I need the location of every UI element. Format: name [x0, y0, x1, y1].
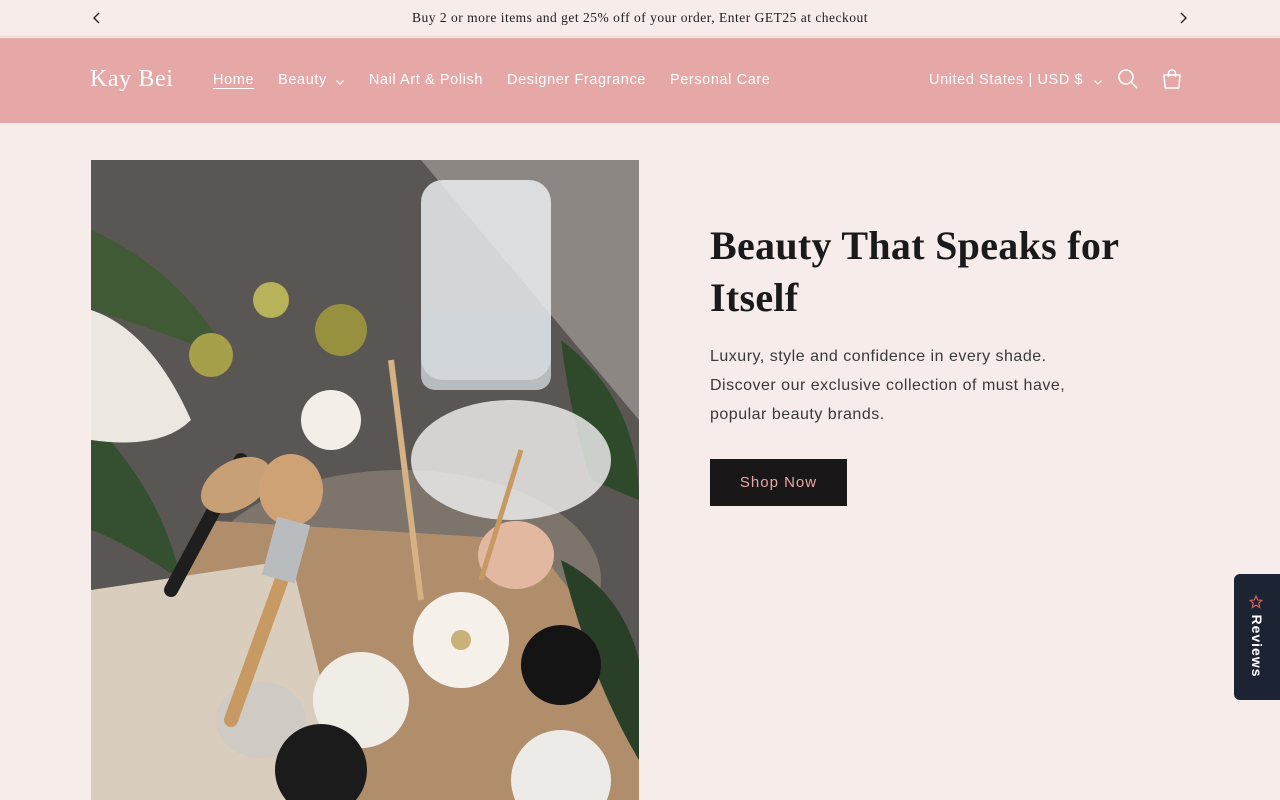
nav-nail-art[interactable]: Nail Art & Polish: [369, 72, 483, 88]
announcement-message: Buy 2 or more items and get 25% off of y…: [411, 10, 869, 25]
nav-personal-care-label: Personal Care: [669, 72, 771, 88]
locale-label: United States | USD $: [929, 72, 1084, 88]
logo[interactable]: Kay Bei: [90, 66, 174, 93]
nav-designer-fragrance[interactable]: Designer Fragrance: [507, 72, 646, 88]
reviews-tab[interactable]: Reviews: [1234, 574, 1280, 700]
nav-nail-art-label: Nail Art & Polish: [368, 72, 484, 88]
cart-icon[interactable]: [1160, 67, 1184, 91]
nav-home[interactable]: Home: [213, 72, 254, 88]
locale-selector[interactable]: United States | USD $: [929, 72, 1103, 88]
site-header: Kay Bei Home Beauty Nail Art & Polish De…: [0, 38, 1280, 123]
reviews-label: Reviews: [1249, 614, 1265, 678]
star-icon: [1248, 594, 1264, 609]
chevron-right-icon[interactable]: [1175, 10, 1191, 26]
main-nav: Home Beauty Nail Art & Polish Designer F…: [213, 72, 794, 88]
hero-description: Luxury, style and confidence in every sh…: [710, 348, 1066, 423]
nav-home-label: Home: [213, 72, 255, 88]
nav-beauty-label: Beauty: [278, 72, 327, 88]
hero-title: Beauty That Speaks for Itself: [710, 223, 1119, 320]
announcement-bar: Buy 2 or more items and get 25% off of y…: [0, 0, 1280, 37]
shop-now-button[interactable]: Shop Now: [710, 459, 847, 506]
nav-personal-care[interactable]: Personal Care: [670, 72, 771, 88]
chevron-down-icon: [1093, 75, 1103, 85]
nav-beauty[interactable]: Beauty: [278, 72, 345, 88]
nav-designer-fragrance-label: Designer Fragrance: [507, 72, 646, 88]
hero-image: [91, 160, 639, 800]
chevron-down-icon: [335, 75, 345, 85]
search-icon[interactable]: [1116, 67, 1140, 91]
